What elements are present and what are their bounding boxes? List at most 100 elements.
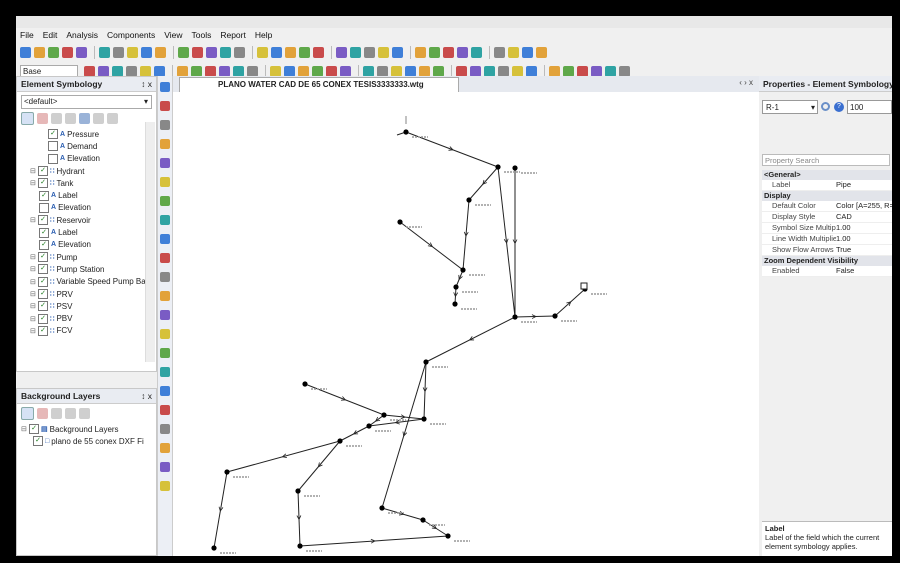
new-layer-icon[interactable] (21, 406, 34, 420)
toolbar-tool-icon[interactable] (178, 46, 189, 58)
pipe[interactable] (468, 166, 499, 201)
property-row[interactable]: Default Color Color [A=255, R= (762, 201, 892, 212)
toolbar-tool-icon[interactable] (494, 46, 505, 58)
layout-tool-icon[interactable] (160, 291, 170, 301)
toolbar-tool-icon[interactable] (285, 46, 296, 58)
property-search-input[interactable]: Property Search (762, 154, 890, 166)
toolbar-tool-icon[interactable] (498, 65, 509, 77)
toolbar-tool-icon[interactable] (34, 46, 45, 58)
tree-item[interactable]: ⊟ ✓ ∷ Hydrant (17, 165, 156, 177)
toolbar-tool-icon[interactable] (234, 46, 245, 58)
pipe[interactable] (455, 269, 464, 288)
layout-tool-icon[interactable] (160, 234, 170, 244)
junction-node[interactable] (211, 545, 217, 551)
junction-node[interactable] (495, 164, 501, 170)
tree-item[interactable]: ⊟ ✓ ∷ PBV (17, 312, 156, 324)
pipe[interactable] (399, 221, 464, 271)
tab-navigation-controls[interactable]: ‹ › x (739, 78, 753, 87)
junction-node[interactable] (466, 197, 472, 203)
move-up-icon[interactable] (79, 407, 90, 419)
property-category[interactable]: Display (762, 191, 892, 201)
property-value[interactable]: Pipe (836, 180, 892, 190)
toolbar-tool-icon[interactable] (112, 65, 123, 77)
toolbar-tool-icon[interactable] (113, 46, 124, 58)
layout-tool-icon[interactable] (160, 310, 170, 320)
tree-item[interactable]: ⊟ ✓ ∷ FCV (17, 325, 156, 337)
toolbar-tool-icon[interactable] (219, 65, 230, 77)
visibility-checkbox[interactable]: ✓ (39, 190, 49, 201)
junction-node[interactable] (295, 488, 301, 494)
visibility-checkbox[interactable]: ✓ (48, 129, 58, 140)
junction-node[interactable] (379, 505, 385, 511)
rename-icon[interactable] (51, 112, 62, 124)
pipe[interactable] (381, 507, 424, 521)
visibility-checkbox[interactable]: ✓ (38, 166, 48, 177)
toolbar-tool-icon[interactable] (191, 65, 202, 77)
color-icon[interactable] (79, 112, 90, 124)
tree-item[interactable]: ⊟ ✓ ∷ Tank (17, 177, 156, 189)
delete-icon[interactable] (37, 407, 48, 419)
menu-analysis[interactable]: Analysis (66, 30, 98, 40)
toolbar-tool-icon[interactable] (99, 46, 110, 58)
property-row[interactable]: Display Style CAD (762, 212, 892, 223)
pipe[interactable] (383, 414, 425, 420)
visibility-checkbox[interactable]: ✓ (38, 276, 48, 287)
expand-icon[interactable]: ⊟ (30, 327, 38, 335)
property-value[interactable]: 1.00 (836, 234, 892, 244)
tree-item[interactable]: A Elevation (17, 202, 156, 214)
toolbar-tool-icon[interactable] (298, 65, 309, 77)
toolbar-tool-icon[interactable] (326, 65, 337, 77)
toolbar-tool-icon[interactable] (443, 46, 454, 58)
property-row[interactable]: Line Width Multiplier 1.00 (762, 234, 892, 245)
toolbar-tool-icon[interactable] (336, 46, 347, 58)
pipe[interactable] (299, 535, 449, 547)
toolbar-tool-icon[interactable] (98, 65, 109, 77)
property-category[interactable]: Zoom Dependent Visibility (762, 256, 892, 266)
toolbar-tool-icon[interactable] (591, 65, 602, 77)
layout-tool-icon[interactable] (160, 253, 170, 263)
menu-tools[interactable]: Tools (192, 30, 212, 40)
tree-item[interactable]: ⊟ ✓ ∷ Variable Speed Pump Batt (17, 276, 156, 288)
layout-tool-icon[interactable] (160, 158, 170, 168)
junction-node[interactable] (224, 469, 230, 475)
layer-item[interactable]: ⊟ ✓ ▤ Background Layers (17, 423, 156, 435)
tree-item[interactable]: ✓ A Elevation (17, 239, 156, 251)
toolbar-tool-icon[interactable] (62, 46, 73, 58)
delete-icon[interactable] (37, 112, 48, 124)
layout-tool-icon[interactable] (160, 120, 170, 130)
pipe[interactable] (226, 440, 341, 473)
toolbar-tool-icon[interactable] (456, 65, 467, 77)
new-icon[interactable] (21, 111, 34, 125)
toolbar-tool-icon[interactable] (577, 65, 588, 77)
menu-edit[interactable]: Edit (43, 30, 58, 40)
expand-icon[interactable]: ⊟ (30, 216, 38, 224)
toolbar-tool-icon[interactable] (433, 65, 444, 77)
toolbar-tool-icon[interactable] (419, 65, 430, 77)
toolbar-tool-icon[interactable] (429, 46, 440, 58)
toolbar-tool-icon[interactable] (512, 65, 523, 77)
layout-tool-icon[interactable] (160, 348, 170, 358)
zoom-field[interactable]: 100 (847, 100, 892, 114)
property-value[interactable]: 1.00 (836, 223, 892, 233)
junction-node[interactable] (453, 284, 459, 290)
menu-help[interactable]: Help (255, 30, 272, 40)
menu-components[interactable]: Components (107, 30, 155, 40)
toolbar-tool-icon[interactable] (340, 65, 351, 77)
junction-node[interactable] (552, 313, 558, 319)
document-tab[interactable]: PLANO WATER CAD DE 65 CONEX TESIS3333333… (179, 77, 459, 92)
junction-node[interactable] (423, 359, 429, 365)
pipe[interactable] (381, 361, 427, 509)
toolbar-tool-icon[interactable] (470, 65, 481, 77)
junction-node[interactable] (302, 381, 308, 387)
junction-node[interactable] (460, 267, 466, 273)
visibility-checkbox[interactable]: ✓ (38, 215, 48, 226)
layout-tool-icon[interactable] (160, 405, 170, 415)
toolbar-tool-icon[interactable] (619, 65, 630, 77)
toolbar-tool-icon[interactable] (206, 46, 217, 58)
property-row[interactable]: Label Pipe (762, 180, 892, 191)
toolbar-tool-icon[interactable] (484, 65, 495, 77)
layout-tool-icon[interactable] (160, 462, 170, 472)
menu-view[interactable]: View (164, 30, 182, 40)
toolbar-tool-icon[interactable] (154, 65, 165, 77)
move-up-icon[interactable] (93, 112, 104, 124)
